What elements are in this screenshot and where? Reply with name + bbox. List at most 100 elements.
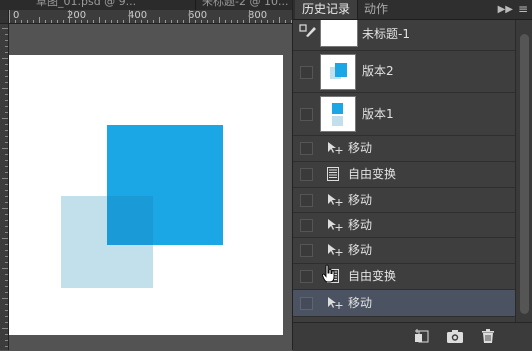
history-brush-source-toggle[interactable] (300, 66, 313, 79)
ruler-tick (5, 64, 8, 65)
history-brush-source-toggle[interactable] (300, 194, 313, 207)
ruler-tick (5, 166, 8, 167)
ruler-tick (5, 130, 8, 131)
ruler-tick (21, 20, 22, 23)
history-brush-source-toggle[interactable] (300, 219, 313, 232)
history-brush-source-toggle[interactable] (300, 142, 313, 155)
ruler-tick (87, 20, 88, 23)
ruler-tick (5, 46, 8, 47)
ruler-tick (5, 34, 8, 35)
hand-cursor-icon (322, 264, 335, 283)
ruler-corner[interactable] (0, 10, 9, 23)
trash-icon[interactable] (479, 328, 497, 344)
ruler-tick (5, 184, 8, 185)
history-state-label: 自由变换 (348, 167, 397, 181)
snapshot-thumbnail (320, 20, 358, 47)
history-brush-source-toggle[interactable] (300, 244, 313, 257)
ruler-tick (5, 76, 8, 77)
history-brush-source-toggle[interactable] (300, 297, 313, 310)
history-brush-source-toggle[interactable] (300, 168, 313, 181)
document-tab-1[interactable]: 草图_01.psd @ 9... (30, 0, 142, 10)
history-state-row[interactable]: 移动 (293, 213, 515, 238)
history-scrollbar[interactable] (515, 20, 532, 322)
vertical-ruler[interactable] (0, 24, 9, 350)
ruler-tick (2, 328, 8, 329)
panel-tab-bar: 历史记录 动作 ▶▶ ≡ (293, 0, 532, 20)
history-state-label: 移动 (348, 296, 373, 310)
history-state-row-selected[interactable]: 移动 (293, 290, 515, 317)
snapshot-row-version2[interactable]: 版本2 (293, 51, 515, 93)
ruler-tick (27, 20, 28, 23)
ruler-tick (5, 322, 8, 323)
ruler-tick (117, 20, 118, 23)
ruler-tick (5, 244, 8, 245)
tab-history[interactable]: 历史记录 (295, 0, 359, 19)
thumb-blue-square (332, 103, 343, 114)
ruler-tick (45, 20, 46, 23)
history-state-row[interactable]: 自由变换 (293, 162, 515, 188)
ruler-tick (39, 17, 40, 23)
history-state-label: 移动 (348, 218, 373, 232)
document-tab-2[interactable]: 未标题-2 @ 10... (195, 0, 292, 10)
ruler-tick (2, 118, 8, 119)
ruler-tick (5, 316, 8, 317)
ruler-tick (2, 58, 8, 59)
horizontal-ruler[interactable]: 0 200 400 600 800 (0, 10, 292, 24)
history-state-row[interactable]: 移动 (293, 238, 515, 264)
artboard[interactable] (9, 55, 283, 335)
ruler-tick (5, 304, 8, 305)
ruler-tick (5, 334, 8, 335)
ruler-tick (5, 40, 8, 41)
ruler-tick (75, 20, 76, 23)
thumb-blue-square (335, 63, 347, 77)
camera-snapshot-icon[interactable] (446, 328, 464, 344)
ruler-tick (207, 20, 208, 23)
canvas-workspace[interactable] (9, 24, 292, 350)
ruler-tick (5, 124, 8, 125)
panel-menu-icon[interactable]: ≡ (518, 1, 528, 18)
new-document-from-state-icon[interactable] (413, 328, 431, 344)
ruler-tick (129, 10, 130, 23)
ruler-tick (5, 106, 8, 107)
history-brush-source-toggle[interactable] (300, 270, 313, 283)
ruler-tick (5, 154, 8, 155)
history-state-label: 移动 (348, 141, 373, 155)
ruler-tick (5, 190, 8, 191)
ruler-tick (5, 52, 8, 53)
ruler-tick (5, 100, 8, 101)
ruler-tick (51, 20, 52, 23)
ruler-tick (5, 94, 8, 95)
ruler-tick (2, 298, 8, 299)
scrollbar-thumb[interactable] (520, 34, 529, 314)
tab-actions[interactable]: 动作 (357, 0, 395, 19)
ruler-tick (81, 20, 82, 23)
history-state-label: 移动 (348, 193, 373, 207)
ruler-tick (5, 256, 8, 257)
ruler-tick (2, 178, 8, 179)
double-chevron-right-icon[interactable]: ▶▶ (498, 1, 513, 18)
history-brush-source-toggle[interactable] (300, 108, 313, 121)
ruler-tick (99, 17, 100, 23)
ruler-tick (5, 160, 8, 161)
ruler-tick (273, 20, 274, 23)
square-overlap-region (107, 196, 153, 245)
snapshot-row-untitled[interactable]: 未标题-1 (293, 20, 515, 51)
ruler-tick (5, 142, 8, 143)
ruler-tick (165, 20, 166, 23)
ruler-tick (5, 340, 8, 341)
ruler-tick (279, 17, 280, 23)
ruler-tick (5, 274, 8, 275)
ruler-tick (243, 20, 244, 23)
move-tool-icon (328, 297, 343, 309)
ruler-tick (285, 20, 286, 23)
history-state-row[interactable]: 移动 (293, 136, 515, 162)
history-state-row[interactable]: 移动 (293, 188, 515, 213)
document-tab-bar: 草图_01.psd @ 9... 未标题-2 @ 10... (0, 0, 292, 10)
ruler-tick (237, 20, 238, 23)
ruler-tick (5, 70, 8, 71)
ruler-label-600: 600 (188, 10, 208, 21)
snapshot-row-version1[interactable]: 版本1 (293, 93, 515, 136)
ruler-tick (123, 20, 124, 23)
history-brush-icon[interactable] (299, 24, 317, 38)
ruler-tick (5, 82, 8, 83)
